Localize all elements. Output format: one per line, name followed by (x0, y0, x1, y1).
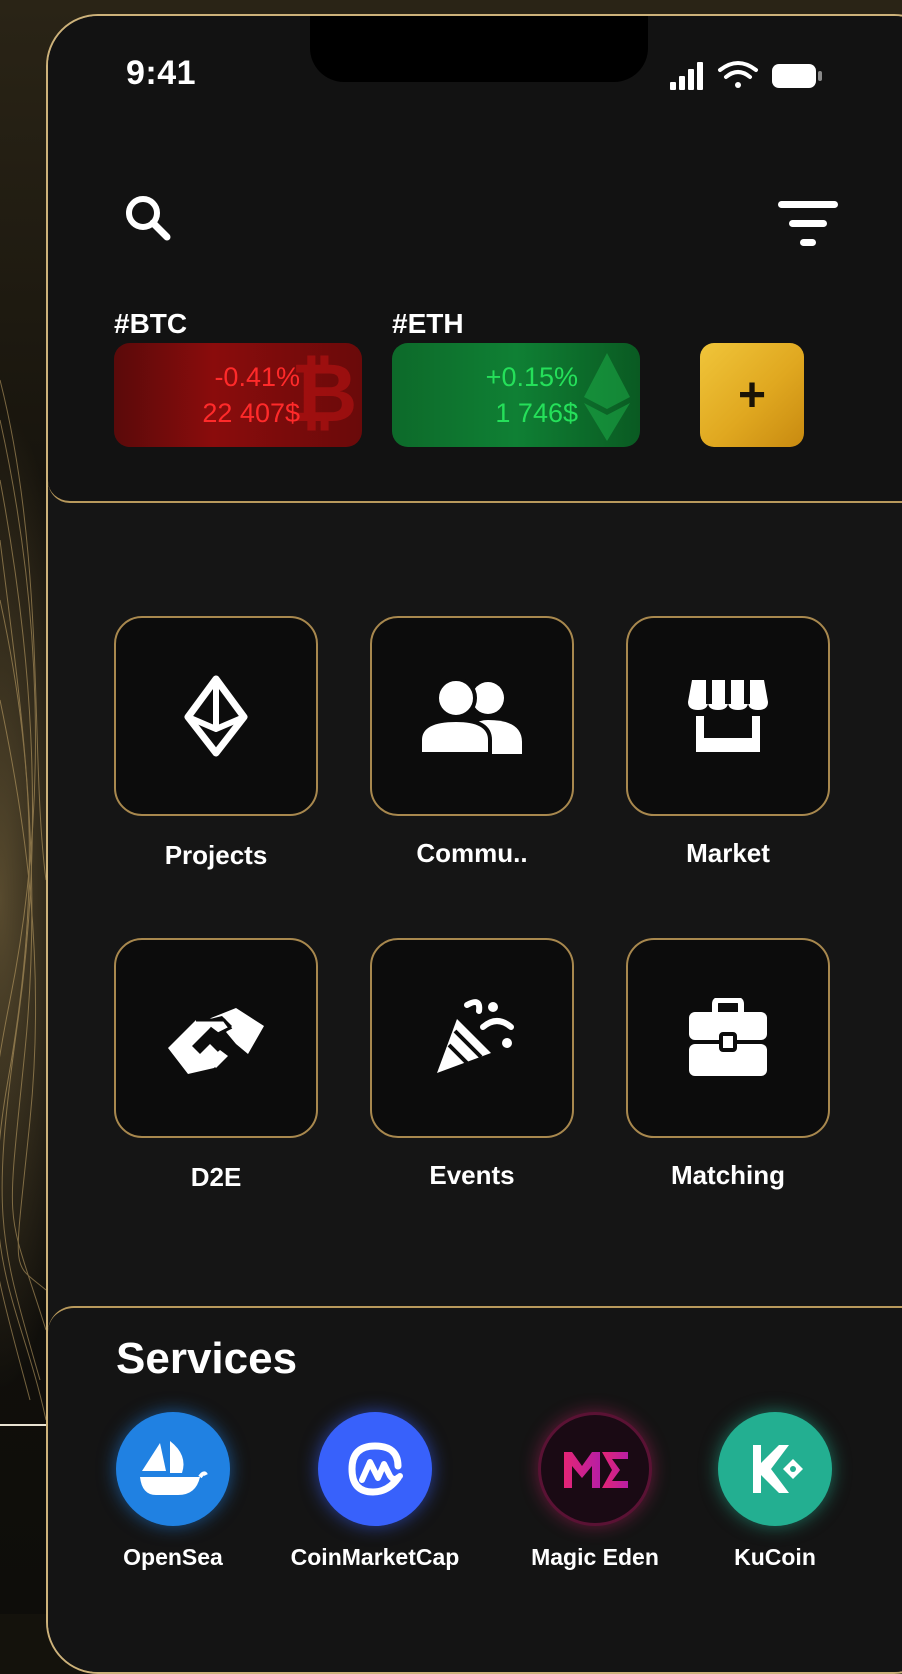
divider-line (0, 1424, 46, 1426)
battery-icon (772, 64, 822, 88)
phone-frame: 9:41 #BTC -0.41% 22 407$ #ETH +0.15% 1 7… (46, 14, 902, 1674)
bitcoin-icon: ₿ (294, 351, 354, 439)
tile-projects[interactable] (114, 616, 318, 816)
services-section: Services OpenSea CoinMarketCap Magic Ede… (48, 1306, 902, 1672)
service-kucoin[interactable] (718, 1412, 832, 1526)
handshake-icon (168, 1008, 264, 1074)
status-icons (670, 61, 822, 90)
ticker-label-btc: #BTC (114, 308, 188, 339)
ticker-label-eth: #ETH (392, 308, 464, 339)
tile-label-projects: Projects (164, 840, 268, 870)
signal-icon (670, 62, 703, 90)
tile-label-d2e: D2E (190, 1162, 242, 1192)
ticker-card-eth[interactable]: +0.15% 1 746$ (392, 343, 640, 447)
ticker-price-btc: 22 407$ (202, 398, 300, 428)
service-opensea[interactable] (116, 1412, 230, 1526)
ticker-change-eth: +0.15% (485, 362, 578, 392)
tile-community[interactable] (370, 616, 574, 816)
filter-icon[interactable] (778, 201, 840, 251)
tile-matching[interactable] (626, 938, 830, 1138)
tile-market[interactable] (626, 616, 830, 816)
service-name-kucoin: KuCoin (734, 1544, 816, 1570)
briefcase-icon (689, 998, 767, 1076)
decorative-lines (0, 379, 46, 1421)
tile-d2e[interactable] (114, 938, 318, 1138)
ethereum-icon (184, 675, 248, 757)
users-icon (418, 677, 522, 756)
notch (310, 16, 648, 82)
service-coinmarketcap[interactable] (318, 1412, 432, 1526)
store-icon (688, 680, 768, 752)
tile-label-community: Commu.. (416, 838, 528, 868)
wifi-icon (718, 61, 758, 88)
services-title: Services (116, 1334, 298, 1383)
magic-eden-icon (564, 1452, 628, 1488)
ticker-change-btc: -0.41% (214, 362, 300, 392)
tile-events[interactable] (370, 938, 574, 1138)
header-section: 9:41 #BTC -0.41% 22 407$ #ETH +0.15% 1 7… (48, 16, 902, 503)
ticker-price-eth: 1 746$ (495, 398, 578, 428)
coinmarketcap-icon (348, 1442, 403, 1496)
tile-label-matching: Matching (670, 1160, 786, 1190)
search-icon[interactable] (122, 192, 174, 244)
service-name-opensea: OpenSea (123, 1544, 223, 1570)
tile-label-market: Market (686, 838, 770, 868)
opensea-icon (140, 1441, 208, 1495)
party-popper-icon (437, 999, 514, 1073)
add-ticker-button[interactable]: + (700, 343, 804, 447)
kucoin-icon (753, 1445, 803, 1493)
ethereum-watermark-icon (584, 353, 630, 441)
status-time: 9:41 (126, 54, 197, 92)
service-magic-eden[interactable] (538, 1412, 652, 1526)
tile-label-events: Events (429, 1160, 515, 1190)
svg-text:₿: ₿ (294, 351, 354, 439)
ticker-card-btc[interactable]: ₿ -0.41% 22 407$ (114, 343, 362, 447)
service-name-coinmarketcap: CoinMarketCap (290, 1544, 460, 1570)
